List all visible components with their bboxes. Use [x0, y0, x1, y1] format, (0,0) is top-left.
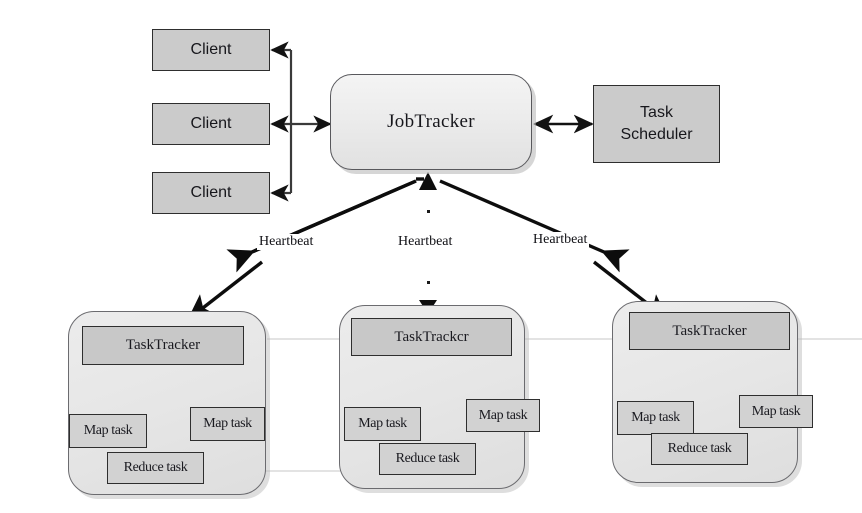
cluster-3-tasktracker-label: TaskTracker — [672, 322, 747, 339]
cluster-3-map-task-left[interactable]: Map task — [617, 401, 694, 435]
ellipsis-dot-upper — [427, 210, 430, 213]
heartbeat-label-left-text: Heartbeat — [259, 234, 314, 249]
cluster-1-map-task-left[interactable]: Map task — [69, 414, 147, 448]
heartbeat-label-right: Heartbeat — [531, 232, 590, 248]
cluster-3-reduce-task[interactable]: Reduce task — [651, 433, 748, 465]
cluster-2-map-task-right-label: Map task — [478, 407, 528, 423]
cluster-1-map-task-right[interactable]: Map task — [190, 407, 265, 441]
diagram-canvas: Client Client Client JobTracker Task Sch… — [0, 0, 862, 513]
cluster-3-reduce-task-label: Reduce task — [667, 441, 732, 456]
jobtracker-node[interactable]: JobTracker — [330, 74, 532, 170]
heartbeat-label-middle: Heartbeat — [396, 234, 455, 250]
task-scheduler-label-line2: Scheduler — [620, 126, 693, 143]
cluster-3-map-task-left-label: Map task — [631, 410, 680, 425]
cluster-3-map-task-right-label: Map task — [751, 403, 801, 419]
cluster-1-tasktracker-header[interactable]: TaskTracker — [82, 326, 244, 365]
cluster-2-map-task-left[interactable]: Map task — [344, 407, 421, 441]
cluster-1-map-task-left-label: Map task — [83, 423, 133, 438]
cluster-3-tasktracker-header[interactable]: TaskTracker — [629, 312, 790, 350]
cluster-1[interactable]: TaskTracker Map task Map task Reduce tas… — [68, 311, 266, 495]
cluster-2-reduce-task[interactable]: Reduce task — [379, 443, 476, 475]
client-label-3: Client — [190, 184, 232, 201]
cluster-3-map-task-right[interactable]: Map task — [739, 395, 813, 428]
ellipsis-dot-lower — [427, 281, 430, 284]
task-scheduler-box[interactable]: Task Scheduler — [593, 85, 720, 163]
client-bus-edges — [270, 41, 332, 202]
cluster-3[interactable]: TaskTracker Map task Map task Reduce tas… — [612, 301, 813, 483]
heartbeat-label-middle-text: Heartbeat — [398, 234, 453, 249]
client-box-2[interactable]: Client — [152, 103, 270, 145]
client-label-1: Client — [190, 41, 232, 58]
task-scheduler-label-line1: Task — [640, 104, 673, 122]
jobtracker-label: JobTracker — [387, 111, 475, 132]
cluster-1-reduce-task[interactable]: Reduce task — [107, 452, 204, 484]
heartbeat-center-arrowhead — [419, 172, 437, 190]
cluster-2-tasktracker-label: TaskTrackcr — [394, 328, 469, 345]
heartbeat-label-right-text: Heartbeat — [533, 232, 588, 247]
cluster-1-tasktracker-label: TaskTracker — [125, 337, 201, 353]
client-box-1[interactable]: Client — [152, 29, 270, 71]
cluster-1-reduce-task-label: Reduce task — [123, 460, 188, 475]
cluster-2-map-task-left-label: Map task — [358, 416, 407, 431]
cluster-1-map-task-right-label: Map task — [203, 416, 252, 431]
cluster-2[interactable]: TaskTrackcr Map task Map task Reduce tas… — [339, 305, 540, 489]
cluster-2-map-task-right[interactable]: Map task — [466, 399, 540, 432]
cluster-2-reduce-task-label: Reduce task — [395, 451, 460, 466]
client-label-2: Client — [190, 115, 232, 132]
client-box-3[interactable]: Client — [152, 172, 270, 214]
cluster-2-tasktracker-header[interactable]: TaskTrackcr — [351, 318, 512, 356]
heartbeat-label-left: Heartbeat — [257, 234, 316, 250]
